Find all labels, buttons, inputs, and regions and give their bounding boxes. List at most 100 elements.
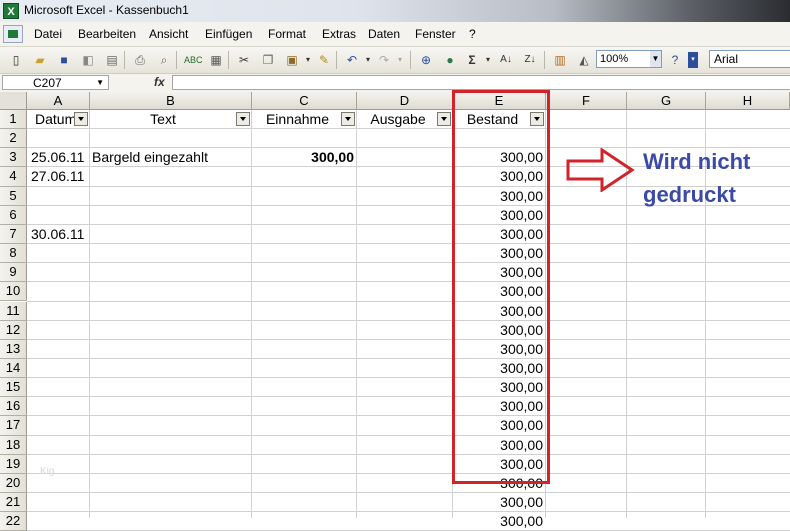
redo-icon[interactable]: ↷ [376, 52, 392, 68]
cell-datum[interactable] [31, 512, 88, 531]
row-header-13[interactable]: 13 [0, 339, 27, 359]
research-icon[interactable]: ⌕ [156, 52, 172, 68]
cell-einnahme[interactable] [254, 206, 354, 225]
row-header-21[interactable]: 21 [0, 493, 27, 513]
paste-dropdown-icon[interactable]: ▾ [300, 52, 316, 68]
cell-datum[interactable] [31, 359, 88, 378]
cell-datum[interactable] [31, 321, 88, 340]
cell-einnahme[interactable] [254, 493, 354, 512]
cell-einnahme[interactable] [254, 321, 354, 340]
column-header-g[interactable]: G [627, 92, 706, 110]
header-cell-text[interactable]: Text [92, 110, 234, 129]
menu-ansicht[interactable]: Ansicht [149, 27, 188, 41]
copy-icon[interactable]: ❐ [260, 52, 276, 68]
save-icon[interactable]: ■ [56, 52, 72, 68]
research-globe-icon[interactable]: ● [442, 52, 458, 68]
row-header-5[interactable]: 5 [0, 186, 27, 206]
column-header-d[interactable]: D [357, 92, 453, 110]
formula-input[interactable] [172, 75, 790, 90]
research-book-icon[interactable]: ▦ [208, 52, 224, 68]
column-header-b[interactable]: B [90, 92, 252, 110]
help-icon[interactable]: ? [667, 52, 683, 68]
cell-text[interactable] [92, 282, 250, 301]
cell-einnahme[interactable] [254, 282, 354, 301]
menu-bearbeiten[interactable]: Bearbeiten [78, 27, 136, 41]
chevron-down-icon[interactable]: ▼ [96, 76, 104, 90]
cell-einnahme[interactable] [254, 129, 354, 148]
cell-datum[interactable] [31, 397, 88, 416]
row-header-20[interactable]: 20 [0, 473, 27, 493]
format-painter-icon[interactable]: ✎ [316, 52, 332, 68]
cell-einnahme[interactable] [254, 397, 354, 416]
paste-icon[interactable]: ▣ [284, 52, 300, 68]
cut-icon[interactable]: ✂ [236, 52, 252, 68]
chevron-down-icon[interactable]: ▼ [650, 51, 661, 67]
permission-icon[interactable]: ◧ [80, 52, 96, 68]
row-header-17[interactable]: 17 [0, 416, 27, 436]
menu-datei[interactable]: Datei [34, 27, 62, 41]
menu-fenster[interactable]: Fenster [415, 27, 456, 41]
cell-einnahme[interactable] [254, 455, 354, 474]
cell-text[interactable] [92, 359, 250, 378]
cell-einnahme[interactable] [254, 359, 354, 378]
cell-text[interactable] [92, 340, 250, 359]
row-header-8[interactable]: 8 [0, 244, 27, 264]
header-cell-ausgabe[interactable]: Ausgabe [359, 110, 437, 129]
cell-text[interactable] [92, 378, 250, 397]
cell-einnahme[interactable] [254, 436, 354, 455]
sort-ascending-icon[interactable]: A↓ [498, 52, 514, 68]
cell-text[interactable] [92, 244, 250, 263]
spelling-icon[interactable]: ABC [184, 52, 203, 68]
undo-dropdown-icon[interactable]: ▾ [360, 52, 376, 68]
row-header-19[interactable]: 19 [0, 454, 27, 474]
drawing-icon[interactable]: ◭ [576, 52, 592, 68]
row-header-16[interactable]: 16 [0, 397, 27, 417]
cell-datum[interactable] [31, 282, 88, 301]
row-header-3[interactable]: 3 [0, 148, 27, 168]
print-preview-icon[interactable]: ⎙ [132, 52, 148, 68]
hyperlink-icon[interactable]: ⊕ [418, 52, 434, 68]
excel-app-icon[interactable]: X [3, 3, 19, 19]
cell-datum[interactable] [31, 416, 88, 435]
new-icon[interactable]: ▯ [8, 52, 24, 68]
chart-wizard-icon[interactable]: ▥ [552, 52, 568, 68]
filter-dropdown-ausgabe-icon[interactable] [437, 112, 451, 126]
autosum-icon[interactable]: Σ [464, 52, 480, 68]
cell-text[interactable] [92, 321, 250, 340]
insert-function-icon[interactable]: fx [154, 75, 165, 89]
cell-datum[interactable]: 27.06.11 [31, 167, 88, 186]
cell-einnahme[interactable] [254, 378, 354, 397]
cell-einnahme[interactable] [254, 474, 354, 493]
header-cell-einnahme[interactable]: Einnahme [254, 110, 341, 129]
row-header-12[interactable]: 12 [0, 320, 27, 340]
cell-datum[interactable] [31, 187, 88, 206]
menu-format[interactable]: Format [268, 27, 306, 41]
cell-einnahme[interactable] [254, 416, 354, 435]
name-box[interactable]: C207 ▼ [2, 75, 109, 90]
menu-einfuegen[interactable]: Einfügen [205, 27, 252, 41]
workbook-icon[interactable] [3, 25, 23, 43]
header-cell-datum[interactable]: Datum [35, 110, 74, 129]
menu-daten[interactable]: Daten [368, 27, 400, 41]
undo-icon[interactable]: ↶ [344, 52, 360, 68]
font-select[interactable]: Arial [709, 50, 790, 68]
cell-einnahme[interactable] [254, 244, 354, 263]
cell-datum[interactable] [31, 206, 88, 225]
cell-datum[interactable] [31, 129, 88, 148]
cell-text[interactable] [92, 455, 250, 474]
menu-help[interactable]: ? [469, 27, 476, 41]
cell-text[interactable] [92, 167, 250, 186]
cell-einnahme[interactable] [254, 512, 354, 531]
cell-einnahme[interactable] [254, 187, 354, 206]
cell-datum[interactable]: 30.06.11 [31, 225, 88, 244]
row-header-18[interactable]: 18 [0, 435, 27, 455]
cell-einnahme[interactable] [254, 225, 354, 244]
autosum-dropdown-icon[interactable]: ▾ [480, 52, 496, 68]
cell-text[interactable] [92, 302, 250, 321]
cell-text[interactable] [92, 129, 250, 148]
column-header-h[interactable]: H [706, 92, 790, 110]
redo-dropdown-icon[interactable]: ▾ [392, 52, 408, 68]
column-header-c[interactable]: C [252, 92, 357, 110]
filter-dropdown-einnahme-icon[interactable] [341, 112, 355, 126]
cell-text[interactable]: Bargeld eingezahlt [92, 148, 250, 167]
